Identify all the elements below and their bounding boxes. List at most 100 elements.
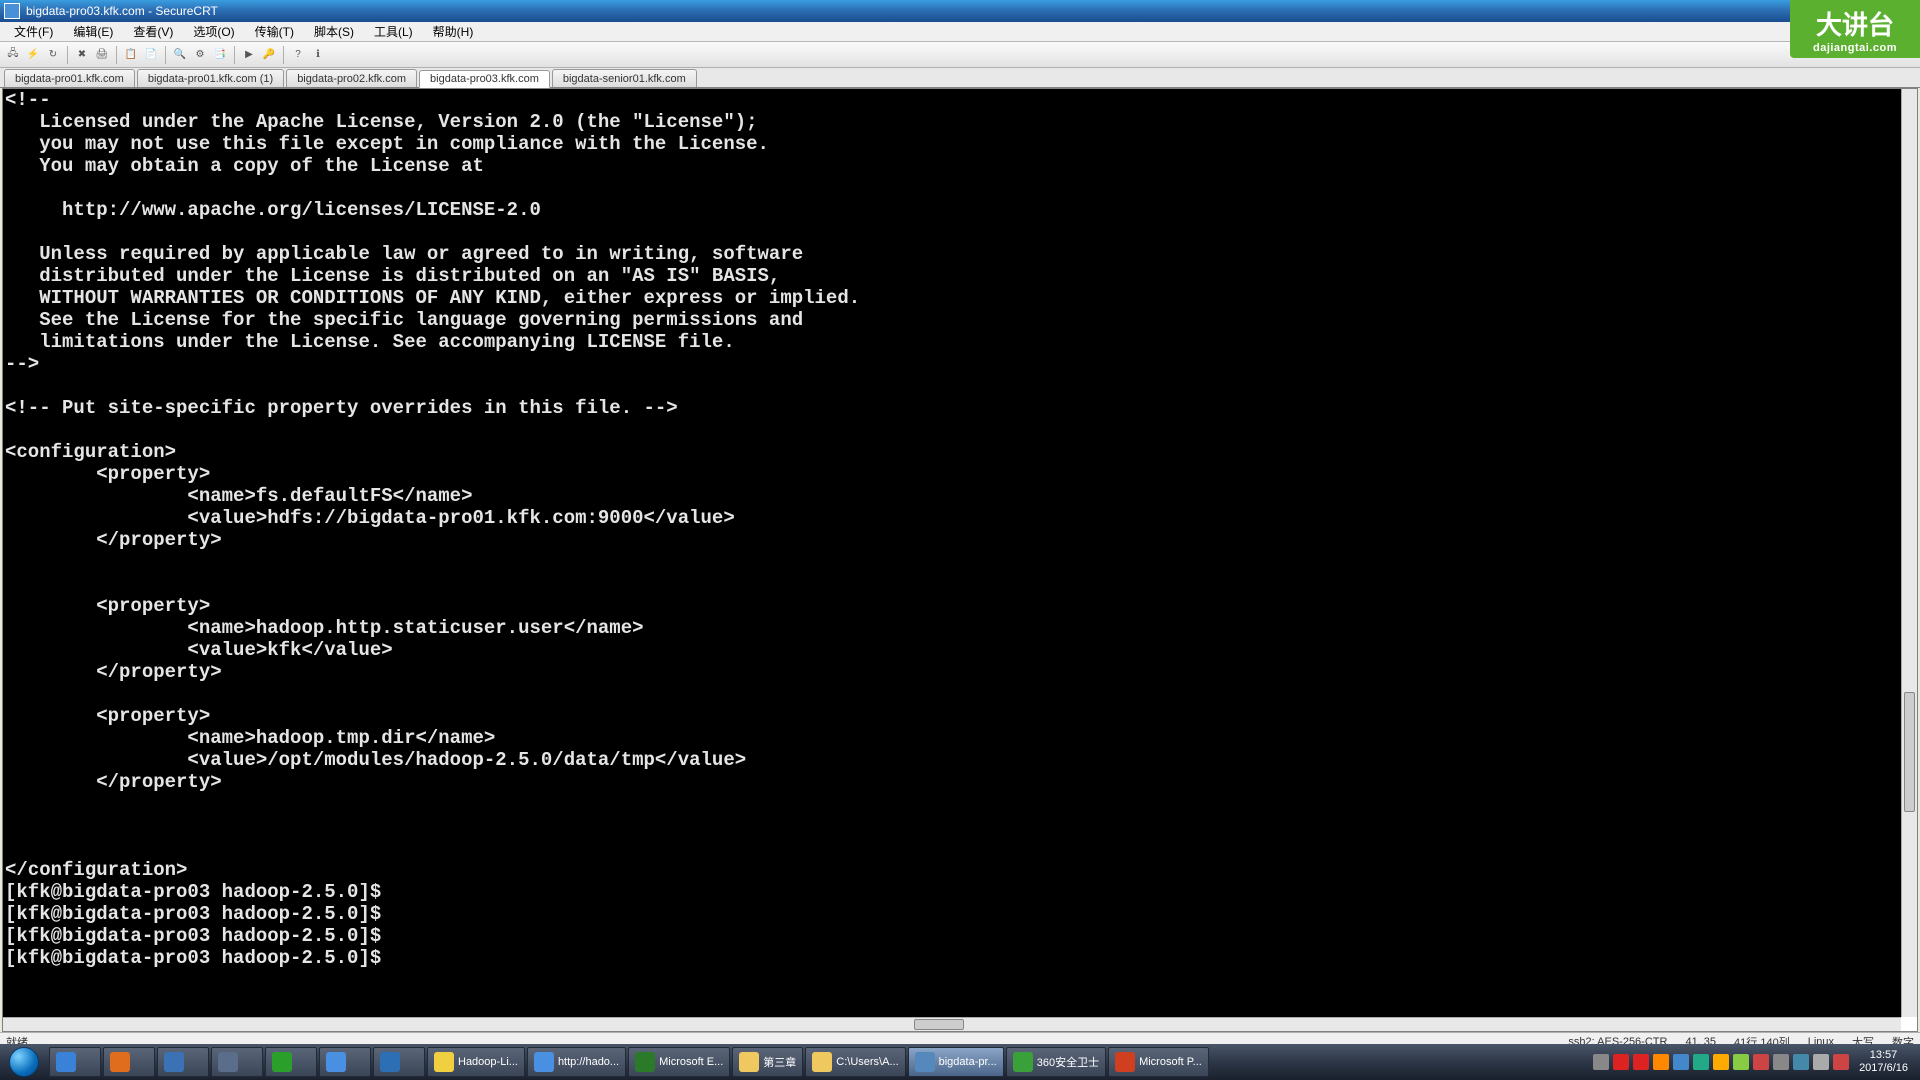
- session-tab[interactable]: bigdata-pro01.kfk.com (1): [137, 69, 284, 87]
- taskbar-item-icon: [218, 1052, 238, 1072]
- taskbar-item-label: 第三章: [763, 1054, 796, 1070]
- app-icon: [4, 3, 20, 19]
- menu-options[interactable]: 选项(O): [183, 21, 244, 42]
- toolbar-copy-icon[interactable]: 📋: [122, 46, 140, 64]
- watermark-main: 大讲台: [1816, 5, 1894, 42]
- taskbar-item-label: C:\Users\A...: [836, 1056, 898, 1068]
- toolbar-help-icon[interactable]: ?: [289, 46, 307, 64]
- taskbar-item[interactable]: bigdata-pr...: [908, 1047, 1004, 1077]
- session-tab[interactable]: bigdata-senior01.kfk.com: [552, 69, 697, 87]
- tab-label: bigdata-pro01.kfk.com (1): [148, 73, 273, 85]
- toolbar-quick-connect-icon[interactable]: ⚡: [24, 46, 42, 64]
- tray-icon[interactable]: [1733, 1054, 1749, 1070]
- tray-icon[interactable]: [1673, 1054, 1689, 1070]
- taskbar-clock[interactable]: 13:57 2017/6/16: [1853, 1049, 1914, 1075]
- tray-icon[interactable]: [1813, 1054, 1829, 1070]
- toolbar-reconnect-icon[interactable]: ↻: [44, 46, 62, 64]
- taskbar-item-label: Microsoft E...: [659, 1056, 723, 1068]
- taskbar-item-icon: [1115, 1052, 1135, 1072]
- taskbar-item-icon: [534, 1052, 554, 1072]
- taskbar-item-icon: [326, 1052, 346, 1072]
- taskbar-item-label: Microsoft P...: [1139, 1056, 1202, 1068]
- toolbar-print-icon[interactable]: 🖨: [93, 46, 111, 64]
- taskbar-item[interactable]: Hadoop-Li...: [427, 1047, 525, 1077]
- toolbar-about-icon[interactable]: ℹ: [309, 46, 327, 64]
- tray-icon[interactable]: [1753, 1054, 1769, 1070]
- tab-label: bigdata-pro03.kfk.com: [430, 73, 539, 85]
- menu-edit[interactable]: 编辑(E): [63, 21, 123, 42]
- taskbar-item-label: bigdata-pr...: [939, 1056, 997, 1068]
- toolbar-script-icon[interactable]: ▶: [240, 46, 258, 64]
- tray-icon[interactable]: [1653, 1054, 1669, 1070]
- session-tab[interactable]: bigdata-pro02.kfk.com: [286, 69, 417, 87]
- toolbar-separator: [165, 46, 166, 64]
- taskbar-item[interactable]: [373, 1047, 425, 1077]
- tab-label: bigdata-pro01.kfk.com: [15, 73, 124, 85]
- tray-icon[interactable]: [1793, 1054, 1809, 1070]
- windows-taskbar: Hadoop-Li...http://hado... Microsoft E...…: [0, 1044, 1920, 1080]
- taskbar-item-icon: [739, 1052, 759, 1072]
- menu-script[interactable]: 脚本(S): [304, 21, 364, 42]
- toolbar-separator: [234, 46, 235, 64]
- toolbar-connect-icon[interactable]: 🖧: [4, 46, 22, 64]
- taskbar-item[interactable]: [319, 1047, 371, 1077]
- vertical-scrollbar[interactable]: [1901, 89, 1917, 1017]
- clock-date: 2017/6/16: [1859, 1062, 1908, 1075]
- scrollbar-thumb[interactable]: [1904, 692, 1915, 812]
- taskbar-item[interactable]: [265, 1047, 317, 1077]
- toolbar: 🖧 ⚡ ↻ ✖ 🖨 📋 📄 🔍 ⚙ 📑 ▶ 🔑 ? ℹ: [0, 42, 1920, 68]
- taskbar-item-icon: [272, 1052, 292, 1072]
- taskbar-item[interactable]: Microsoft P...: [1108, 1047, 1209, 1077]
- toolbar-separator: [67, 46, 68, 64]
- scrollbar-thumb[interactable]: [914, 1019, 964, 1030]
- toolbar-key-icon[interactable]: 🔑: [260, 46, 278, 64]
- session-tab[interactable]: bigdata-pro01.kfk.com: [4, 69, 135, 87]
- window-titlebar: bigdata-pro03.kfk.com - SecureCRT ─ □ ✕: [0, 0, 1920, 22]
- system-tray: 13:57 2017/6/16: [1587, 1049, 1920, 1075]
- taskbar-item-icon: [1013, 1052, 1033, 1072]
- menu-file[interactable]: 文件(F): [4, 21, 63, 42]
- menu-transfer[interactable]: 传输(T): [245, 21, 304, 42]
- toolbar-disconnect-icon[interactable]: ✖: [73, 46, 91, 64]
- taskbar-item[interactable]: 第三章: [732, 1047, 803, 1077]
- taskbar-item[interactable]: Microsoft E...: [628, 1047, 730, 1077]
- menu-tools[interactable]: 工具(L): [364, 21, 423, 42]
- taskbar-item[interactable]: 360安全卫士: [1006, 1047, 1106, 1077]
- menu-view[interactable]: 查看(V): [123, 21, 183, 42]
- taskbar-item-label: 360安全卫士: [1037, 1054, 1099, 1070]
- tray-icon[interactable]: [1833, 1054, 1849, 1070]
- taskbar-item[interactable]: [211, 1047, 263, 1077]
- horizontal-scrollbar[interactable]: [3, 1017, 1901, 1031]
- menubar: 文件(F) 编辑(E) 查看(V) 选项(O) 传输(T) 脚本(S) 工具(L…: [0, 22, 1920, 42]
- tab-label: bigdata-pro02.kfk.com: [297, 73, 406, 85]
- taskbar-item-icon: [635, 1052, 655, 1072]
- watermark-sub: dajiangtai.com: [1813, 42, 1897, 54]
- taskbar-item-icon: [380, 1052, 400, 1072]
- terminal-container: <!-- Licensed under the Apache License, …: [2, 88, 1918, 1032]
- toolbar-find-icon[interactable]: 🔍: [171, 46, 189, 64]
- tray-icon[interactable]: [1613, 1054, 1629, 1070]
- tray-icon[interactable]: [1633, 1054, 1649, 1070]
- session-tab-active[interactable]: bigdata-pro03.kfk.com: [419, 70, 550, 88]
- clock-time: 13:57: [1859, 1049, 1908, 1062]
- toolbar-paste-icon[interactable]: 📄: [142, 46, 160, 64]
- terminal-output[interactable]: <!-- Licensed under the Apache License, …: [3, 89, 1901, 1017]
- taskbar-item[interactable]: [157, 1047, 209, 1077]
- start-button[interactable]: [0, 1044, 48, 1080]
- taskbar-item[interactable]: [49, 1047, 101, 1077]
- taskbar-item[interactable]: http://hado...: [527, 1047, 626, 1077]
- tray-icon[interactable]: [1693, 1054, 1709, 1070]
- taskbar-item[interactable]: C:\Users\A...: [805, 1047, 905, 1077]
- tray-icon[interactable]: [1593, 1054, 1609, 1070]
- taskbar-item-icon: [110, 1052, 130, 1072]
- tray-icon[interactable]: [1713, 1054, 1729, 1070]
- taskbar-item[interactable]: [103, 1047, 155, 1077]
- tray-icon[interactable]: [1773, 1054, 1789, 1070]
- toolbar-session-icon[interactable]: 📑: [211, 46, 229, 64]
- toolbar-properties-icon[interactable]: ⚙: [191, 46, 209, 64]
- taskbar-item-icon: [56, 1052, 76, 1072]
- toolbar-separator: [283, 46, 284, 64]
- menu-help[interactable]: 帮助(H): [423, 21, 484, 42]
- session-tabbar: bigdata-pro01.kfk.com bigdata-pro01.kfk.…: [0, 68, 1920, 88]
- taskbar-item-icon: [164, 1052, 184, 1072]
